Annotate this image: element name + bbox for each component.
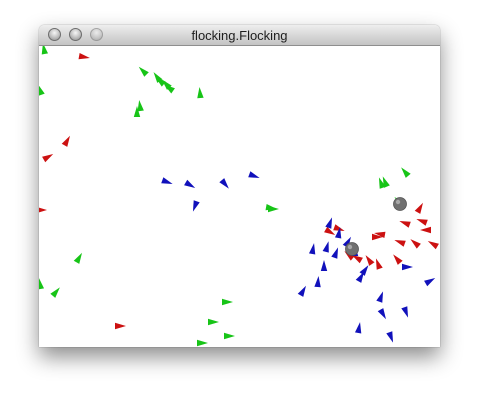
blue-boid: [297, 285, 306, 297]
blue-boid: [386, 331, 394, 343]
red-boid: [78, 52, 90, 60]
blue-boid: [184, 179, 196, 188]
green-boid: [50, 287, 60, 298]
red-boid: [394, 239, 406, 247]
flocking-canvas[interactable]: [39, 46, 440, 347]
green-boid: [138, 66, 149, 77]
green-boid: [39, 278, 45, 290]
green-boid: [197, 87, 204, 99]
blue-boid: [424, 278, 436, 287]
obstacle-circle[interactable]: [393, 197, 407, 211]
green-boid: [39, 84, 45, 96]
green-boid: [208, 318, 219, 326]
red-boid: [39, 207, 47, 213]
obstacle-highlight: [395, 199, 401, 205]
red-boid: [365, 255, 375, 266]
blue-boid: [248, 171, 260, 179]
red-boid: [61, 135, 70, 147]
title-bar[interactable]: flocking.Flocking: [39, 25, 440, 46]
blue-boid: [219, 178, 229, 189]
green-boid: [401, 167, 411, 178]
green-boid: [73, 252, 82, 264]
red-boid: [399, 220, 411, 228]
red-boid: [427, 241, 439, 250]
obstacle-highlight: [347, 244, 353, 250]
red-boid: [375, 258, 383, 270]
blue-boid: [325, 217, 333, 229]
blue-boid: [402, 263, 413, 271]
blue-boid: [377, 308, 386, 320]
blue-boid: [308, 243, 316, 255]
red-boid: [393, 254, 403, 265]
red-boid: [416, 218, 428, 226]
green-boid: [222, 298, 233, 306]
blue-boid: [401, 306, 409, 318]
blue-boid: [192, 200, 200, 212]
green-boid: [224, 332, 235, 340]
green-boid: [197, 339, 208, 347]
red-boid: [410, 239, 421, 249]
blue-boid: [314, 276, 321, 288]
blue-boid: [322, 241, 329, 253]
red-boid: [42, 154, 54, 163]
blue-boid: [331, 247, 339, 259]
simulation-svg[interactable]: [39, 46, 440, 347]
red-boid: [115, 322, 126, 330]
red-boid: [414, 202, 423, 214]
blue-boid: [376, 291, 384, 303]
app-window: flocking.Flocking: [39, 25, 440, 347]
blue-boid: [354, 322, 362, 334]
red-boid: [420, 226, 431, 234]
green-boid: [41, 46, 49, 55]
obstacle-circle[interactable]: [345, 242, 359, 256]
blue-boid: [320, 260, 328, 271]
blue-boid: [161, 177, 173, 185]
window-title: flocking.Flocking: [191, 28, 288, 43]
